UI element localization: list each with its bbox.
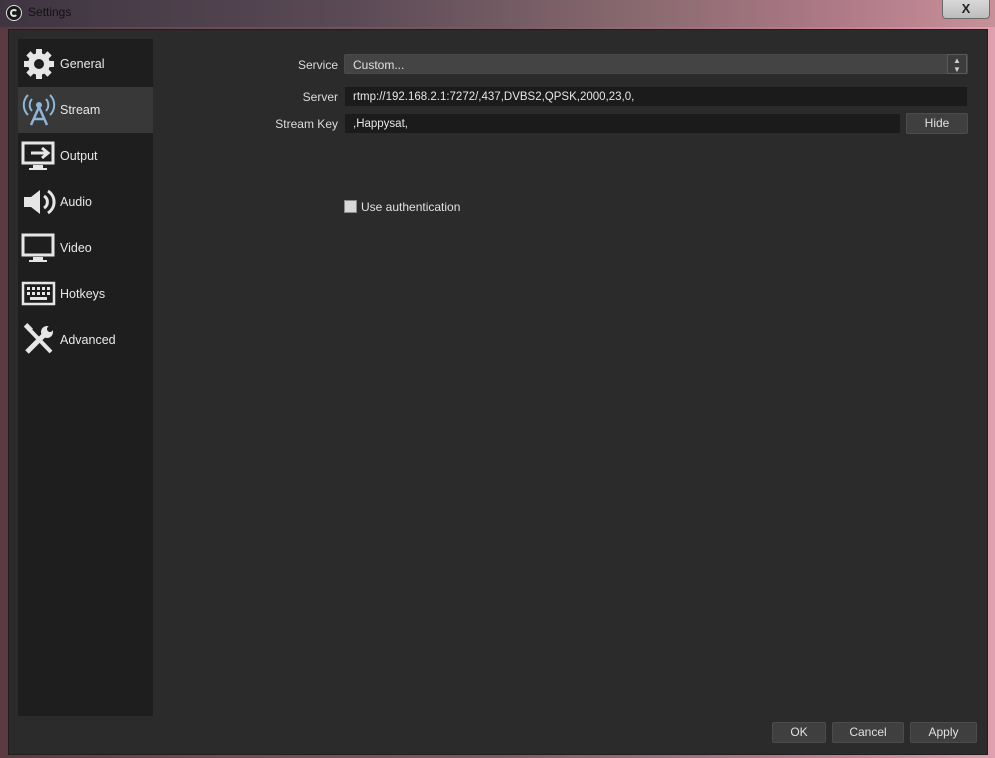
- sidebar-item-label: Video: [60, 241, 92, 255]
- close-button[interactable]: X: [942, 0, 990, 19]
- speaker-icon: [18, 179, 60, 225]
- monitor-icon: [18, 225, 60, 271]
- sidebar-item-general[interactable]: General: [18, 41, 153, 87]
- sidebar-item-label: Advanced: [60, 333, 116, 347]
- ok-button[interactable]: OK: [772, 722, 826, 743]
- tools-icon: [18, 317, 60, 363]
- use-authentication-checkbox[interactable]: [344, 200, 357, 213]
- antenna-icon: [18, 87, 60, 133]
- sidebar-item-hotkeys[interactable]: Hotkeys: [18, 271, 153, 317]
- stream-key-input[interactable]: [344, 113, 901, 134]
- sidebar-item-stream[interactable]: Stream: [18, 87, 153, 133]
- sidebar-item-label: Hotkeys: [60, 287, 106, 301]
- sidebar-item-video[interactable]: Video: [18, 225, 153, 271]
- service-dropdown[interactable]: Custom... ▲ ▼: [344, 54, 968, 74]
- gear-icon: [18, 41, 60, 87]
- window-title: Settings: [28, 5, 72, 19]
- service-dropdown-value: Custom...: [353, 58, 405, 72]
- cancel-button[interactable]: Cancel: [832, 722, 904, 743]
- sidebar-item-audio[interactable]: Audio: [18, 179, 153, 225]
- stream-key-label: Stream Key: [275, 117, 338, 131]
- sidebar-item-output[interactable]: Output: [18, 133, 153, 179]
- title-bar[interactable]: Settings X: [0, 0, 995, 27]
- sidebar-item-label: Audio: [60, 195, 92, 209]
- keyboard-icon: [18, 271, 60, 317]
- use-authentication-label: Use authentication: [361, 200, 461, 214]
- obs-logo-icon: [6, 5, 22, 21]
- settings-dialog: [8, 29, 988, 755]
- sidebar-item-label: General: [60, 57, 105, 71]
- server-input[interactable]: [344, 86, 968, 107]
- sidebar-item-label: Output: [60, 149, 98, 163]
- service-label: Service: [297, 58, 338, 72]
- monitor-arrow-icon: [18, 133, 60, 179]
- settings-sidebar: General Stream Output Audio Video Hotkey…: [18, 39, 153, 716]
- sidebar-item-label: Stream: [60, 103, 101, 117]
- hide-key-button[interactable]: Hide: [906, 113, 968, 134]
- sidebar-item-advanced[interactable]: Advanced: [18, 317, 153, 363]
- chevron-updown-icon: ▲ ▼: [947, 54, 967, 74]
- apply-button[interactable]: Apply: [910, 722, 977, 743]
- server-label: Server: [302, 90, 338, 104]
